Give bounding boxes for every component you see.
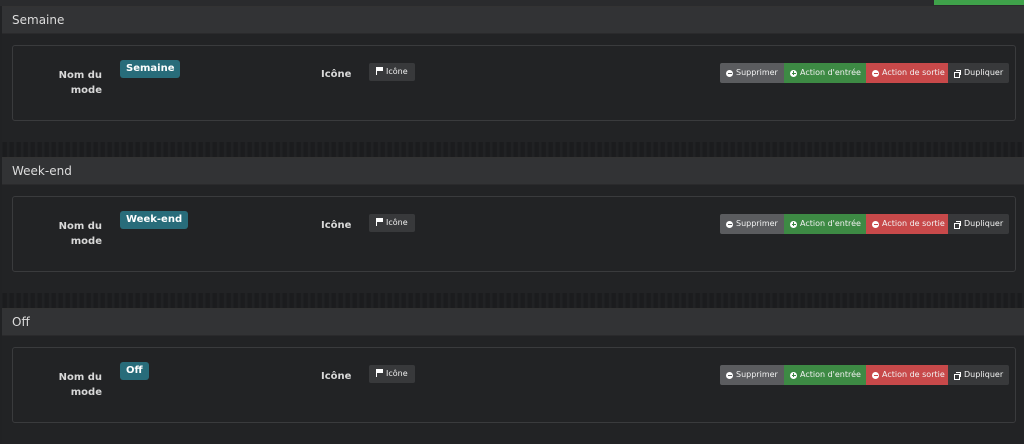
minus-circle-icon — [872, 371, 879, 379]
icon-label: Icône — [321, 69, 352, 80]
delete-label: Supprimer — [736, 219, 778, 228]
duplicate-label: Dupliquer — [964, 68, 1004, 77]
duplicate-label: Dupliquer — [964, 370, 1004, 379]
entry-action-button[interactable]: Action d'entrée — [784, 214, 866, 234]
duplicate-button[interactable]: Dupliquer — [948, 63, 1009, 83]
choose-icon-button[interactable]: Icône — [369, 365, 415, 383]
panel-body: Nom du mode Week-end Icône Icône Supprim… — [2, 185, 1024, 293]
mode-name-badge[interactable]: Off — [120, 362, 149, 380]
exit-action-button[interactable]: Action de sortie — [866, 214, 948, 234]
exit-action-label: Action de sortie — [882, 68, 945, 77]
plus-circle-icon — [790, 69, 797, 77]
delete-label: Supprimer — [736, 370, 778, 379]
flag-icon — [376, 218, 384, 226]
minus-circle-icon — [726, 69, 733, 77]
flag-icon — [376, 369, 384, 377]
panel-heading[interactable]: Week-end — [2, 158, 1024, 185]
plus-circle-icon — [790, 371, 797, 379]
delete-label: Supprimer — [736, 68, 778, 77]
copy-icon — [954, 371, 961, 380]
mode-form: Nom du mode Semaine Icône Icône Supprime… — [12, 45, 1016, 121]
entry-action-label: Action d'entrée — [800, 219, 861, 228]
minus-circle-icon — [726, 371, 733, 379]
exit-action-label: Action de sortie — [882, 219, 945, 228]
mode-name-badge[interactable]: Semaine — [120, 60, 181, 78]
choose-icon-button[interactable]: Icône — [369, 214, 415, 232]
choose-icon-label: Icône — [386, 67, 408, 76]
choose-icon-label: Icône — [386, 218, 408, 227]
entry-action-button[interactable]: Action d'entrée — [784, 63, 866, 83]
mode-form: Nom du mode Off Icône Icône Supprimer Ac… — [12, 347, 1016, 423]
minus-circle-icon — [872, 69, 879, 77]
plus-circle-icon — [790, 220, 797, 228]
copy-icon — [954, 69, 961, 78]
minus-circle-icon — [726, 220, 733, 228]
exit-action-button[interactable]: Action de sortie — [866, 365, 948, 385]
flag-icon — [376, 67, 384, 75]
mode-name-label: Nom du mode — [58, 221, 102, 247]
top-green-button-edge[interactable] — [934, 0, 1024, 5]
mode-name-label: Nom du mode — [58, 70, 102, 96]
choose-icon-button[interactable]: Icône — [369, 63, 415, 81]
exit-action-label: Action de sortie — [882, 370, 945, 379]
mode-panel-semaine: Semaine Nom du mode Semaine Icône Icône … — [2, 6, 1024, 142]
panel-heading[interactable]: Semaine — [2, 7, 1024, 34]
mode-actions: Supprimer Action d'entrée Action de sort… — [720, 214, 1009, 234]
delete-button[interactable]: Supprimer — [720, 63, 784, 83]
mode-actions: Supprimer Action d'entrée Action de sort… — [720, 365, 1009, 385]
duplicate-button[interactable]: Dupliquer — [948, 214, 1009, 234]
mode-name-label: Nom du mode — [58, 372, 102, 398]
exit-action-button[interactable]: Action de sortie — [866, 63, 948, 83]
panel-body: Nom du mode Semaine Icône Icône Supprime… — [2, 34, 1024, 142]
mode-panel-off: Off Nom du mode Off Icône Icône Supprime… — [2, 308, 1024, 444]
mode-panel-week-end: Week-end Nom du mode Week-end Icône Icôn… — [2, 157, 1024, 293]
minus-circle-icon — [872, 220, 879, 228]
delete-button[interactable]: Supprimer — [720, 214, 784, 234]
entry-action-button[interactable]: Action d'entrée — [784, 365, 866, 385]
icon-label: Icône — [321, 220, 352, 231]
mode-actions: Supprimer Action d'entrée Action de sort… — [720, 63, 1009, 83]
duplicate-label: Dupliquer — [964, 219, 1004, 228]
mode-name-badge[interactable]: Week-end — [120, 211, 189, 229]
entry-action-label: Action d'entrée — [800, 68, 861, 77]
choose-icon-label: Icône — [386, 369, 408, 378]
copy-icon — [954, 220, 961, 229]
entry-action-label: Action d'entrée — [800, 370, 861, 379]
icon-label: Icône — [321, 371, 352, 382]
mode-form: Nom du mode Week-end Icône Icône Supprim… — [12, 196, 1016, 272]
duplicate-button[interactable]: Dupliquer — [948, 365, 1009, 385]
delete-button[interactable]: Supprimer — [720, 365, 784, 385]
panel-heading[interactable]: Off — [2, 309, 1024, 336]
